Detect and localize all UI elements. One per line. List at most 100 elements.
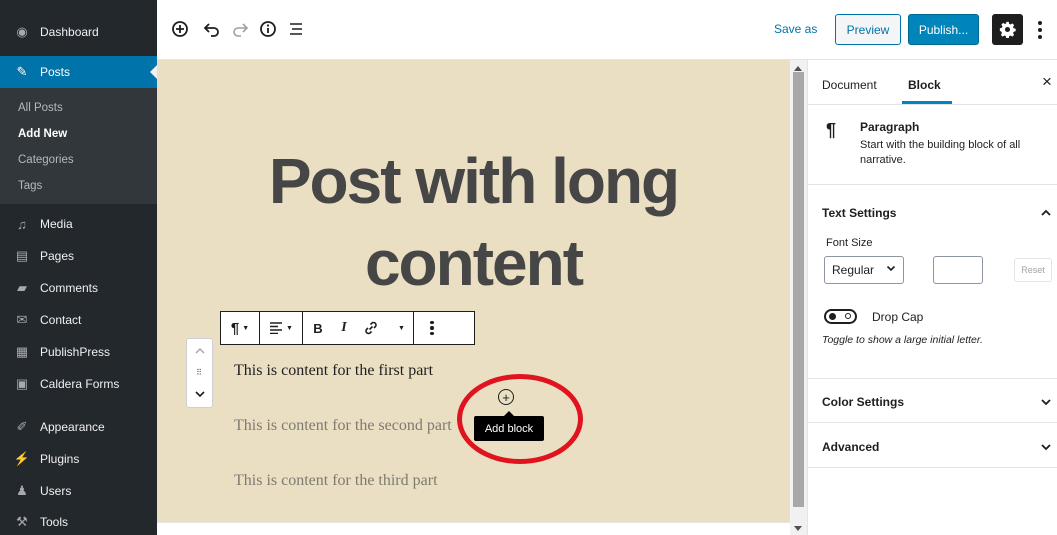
- color-settings-toggle[interactable]: Color Settings: [822, 395, 904, 409]
- divider: [808, 104, 1057, 105]
- tab-document[interactable]: Document: [822, 78, 877, 92]
- paragraph-block[interactable]: This is content for the third part: [234, 472, 438, 490]
- post-title[interactable]: Post with long content: [157, 140, 790, 304]
- info-icon[interactable]: [257, 18, 279, 40]
- drop-cap-help: Toggle to show a large initial letter.: [822, 334, 983, 346]
- editor-canvas: Post with long content: [157, 60, 790, 522]
- drop-cap-label: Drop Cap: [872, 310, 924, 324]
- submenu-categories[interactable]: Categories: [18, 154, 74, 166]
- pages-icon: ▤: [15, 248, 29, 263]
- menu-label: Users: [40, 484, 72, 498]
- add-block-tooltip: Add block: [474, 411, 544, 441]
- chevron-down-icon[interactable]: [1040, 396, 1052, 408]
- block-type-switcher[interactable]: ¶ ▼: [221, 312, 259, 344]
- reset-button[interactable]: Reset: [1014, 258, 1052, 282]
- chevron-down-icon[interactable]: [1040, 441, 1052, 453]
- menu-dashboard[interactable]: ◉ Dashboard: [0, 16, 157, 48]
- menu-tools[interactable]: ⚒ Tools: [0, 506, 157, 535]
- move-up-icon[interactable]: [187, 339, 212, 361]
- tab-block[interactable]: Block: [908, 78, 941, 92]
- settings-button[interactable]: [992, 14, 1023, 45]
- more-rich-text-button[interactable]: ▼: [387, 312, 413, 344]
- menu-label: Media: [40, 217, 73, 231]
- menu-caldera-forms[interactable]: ▣ Caldera Forms: [0, 368, 157, 400]
- editor-scrollbar[interactable]: [790, 60, 807, 535]
- submenu-tags[interactable]: Tags: [18, 180, 42, 192]
- block-editor-screen: ◉ Dashboard ✎ Posts All Posts Add New Ca…: [0, 0, 1057, 535]
- block-options-icon[interactable]: [414, 312, 450, 344]
- menu-label: Plugins: [40, 452, 80, 466]
- editor-header-toolbar: Save as Preview Publish...: [157, 0, 1057, 60]
- divider: [808, 422, 1057, 423]
- calendar-icon: ▦: [15, 344, 29, 359]
- align-button[interactable]: ▼: [260, 312, 302, 344]
- font-size-value: Regular: [832, 263, 875, 277]
- font-size-select[interactable]: Regular: [824, 256, 904, 284]
- custom-font-size-input[interactable]: [933, 256, 983, 284]
- menu-users[interactable]: ♟ Users: [0, 475, 157, 507]
- gear-icon: [999, 21, 1016, 38]
- menu-label: Tools: [40, 515, 69, 529]
- scroll-up-arrow-icon[interactable]: [794, 62, 802, 71]
- save-as-link[interactable]: Save as: [774, 22, 817, 36]
- posts-submenu: All Posts Add New Categories Tags: [0, 88, 157, 204]
- link-icon[interactable]: [355, 312, 387, 344]
- scroll-thumb[interactable]: [793, 72, 804, 507]
- menu-appearance[interactable]: ✐ Appearance: [0, 411, 157, 443]
- block-card-description: Start with the building block of all nar…: [860, 139, 1021, 166]
- move-down-icon[interactable]: [187, 383, 212, 405]
- menu-comments[interactable]: ▰ Comments: [0, 272, 157, 304]
- divider: [808, 184, 1057, 185]
- menu-plugins[interactable]: ⚡ Plugins: [0, 443, 157, 475]
- comments-icon: ▰: [17, 280, 27, 295]
- canvas-footer-strip: [157, 522, 790, 535]
- divider: [808, 378, 1057, 379]
- submenu-add-new[interactable]: Add New: [18, 128, 67, 140]
- caret-down-icon: ▼: [242, 324, 250, 332]
- advanced-toggle[interactable]: Advanced: [822, 440, 879, 454]
- caret-down-icon: ▼: [398, 324, 405, 332]
- admin-sidebar: ◉ Dashboard ✎ Posts All Posts Add New Ca…: [0, 0, 157, 535]
- settings-sidebar: Document Block × ¶ Paragraph Start with …: [807, 60, 1057, 535]
- post-title-line: content: [364, 227, 584, 299]
- menu-label: Dashboard: [40, 25, 99, 39]
- text-settings-toggle[interactable]: Text Settings: [822, 206, 896, 220]
- menu-publishpress[interactable]: ▦ PublishPress: [0, 336, 157, 368]
- media-icon: ♫: [17, 216, 27, 232]
- paragraph-block[interactable]: This is content for the second part: [234, 417, 452, 435]
- bold-icon[interactable]: B: [303, 312, 333, 344]
- users-icon: ♟: [16, 483, 28, 498]
- redo-icon[interactable]: [229, 18, 251, 40]
- menu-label: Pages: [40, 249, 75, 263]
- menu-label: Appearance: [40, 420, 105, 434]
- menu-label: Caldera Forms: [40, 377, 120, 391]
- menu-contact[interactable]: ✉ Contact: [0, 304, 157, 336]
- scroll-down-arrow-icon[interactable]: [794, 526, 802, 535]
- drop-cap-toggle[interactable]: [824, 309, 857, 324]
- italic-icon[interactable]: I: [333, 312, 355, 344]
- menu-label: PublishPress: [40, 345, 111, 359]
- more-options-icon[interactable]: [1033, 16, 1047, 44]
- chevron-up-icon[interactable]: [1040, 207, 1052, 219]
- close-icon[interactable]: ×: [1042, 72, 1052, 92]
- undo-icon[interactable]: [201, 18, 223, 40]
- menu-label: Contact: [40, 313, 82, 327]
- add-block-icon[interactable]: [169, 18, 191, 40]
- divider: [808, 467, 1057, 468]
- submenu-all-posts[interactable]: All Posts: [18, 102, 63, 114]
- block-card-title: Paragraph: [860, 120, 920, 134]
- drag-handle-icon[interactable]: ⠿: [187, 361, 212, 383]
- menu-label: Posts: [40, 65, 71, 79]
- publish-button[interactable]: Publish...: [908, 14, 979, 45]
- plug-icon: ⚡: [13, 451, 31, 466]
- paragraph-block[interactable]: This is content for the first part: [234, 362, 433, 380]
- block-navigation-icon[interactable]: [285, 18, 307, 40]
- inserter-plus-icon[interactable]: +: [498, 389, 514, 405]
- menu-posts[interactable]: ✎ Posts: [0, 56, 157, 88]
- menu-label: Comments: [40, 281, 99, 295]
- menu-pages[interactable]: ▤ Pages: [0, 240, 157, 272]
- preview-button[interactable]: Preview: [835, 14, 901, 45]
- paragraph-icon: ¶: [826, 120, 837, 140]
- menu-media[interactable]: ♫ Media: [0, 208, 157, 240]
- font-size-label: Font Size: [826, 237, 873, 249]
